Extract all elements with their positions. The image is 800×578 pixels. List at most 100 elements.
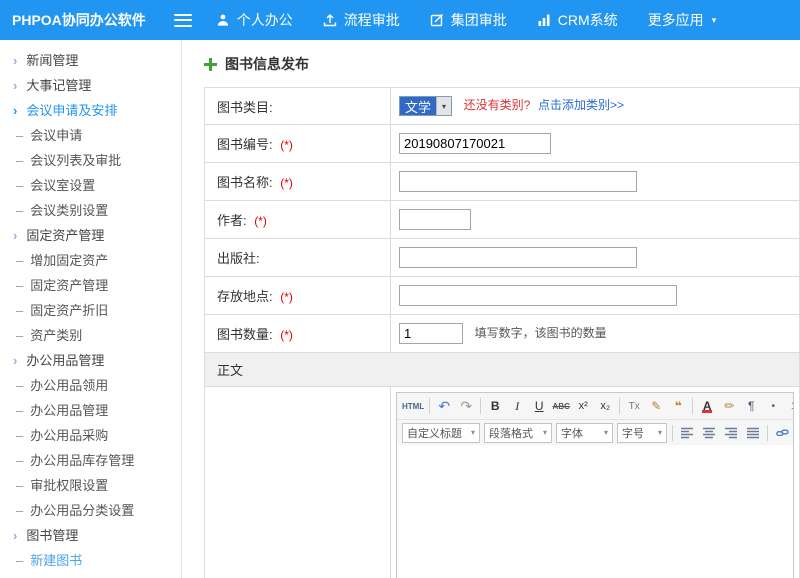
- menu-icon[interactable]: [174, 14, 192, 27]
- sidebar-item-books[interactable]: › 图书管理: [0, 523, 181, 548]
- paragraph-format-select[interactable]: 段落格式 ▾: [484, 423, 552, 443]
- chevron-right-icon: ›: [13, 53, 17, 68]
- publisher-input[interactable]: [399, 247, 637, 268]
- dash-icon: –: [16, 128, 23, 143]
- nav-workflow-approval[interactable]: 流程审批: [323, 10, 400, 30]
- sidebar-subitem-asset-depreciation[interactable]: – 固定资产折旧: [0, 298, 181, 323]
- editor-content[interactable]: [397, 445, 793, 578]
- sidebar-subitem-asset-category[interactable]: – 资产类别: [0, 323, 181, 348]
- nav-crm[interactable]: CRM系统: [537, 10, 618, 30]
- toolbar-separator: [619, 398, 620, 414]
- author-value-cell: [391, 201, 800, 239]
- edit-square-icon: [430, 13, 444, 27]
- sidebar-subitem-meeting-list[interactable]: – 会议列表及审批: [0, 148, 181, 173]
- dash-icon: –: [16, 203, 23, 218]
- sidebar-subitem-book-manage[interactable]: – 图书管理: [0, 573, 181, 578]
- add-category-link[interactable]: 点击添加类别>>: [538, 98, 624, 112]
- sidebar-subitem-label: 办公用品库存管理: [30, 453, 134, 468]
- sidebar-subitem-asset-add[interactable]: – 增加固定资产: [0, 248, 181, 273]
- required-mark: (*): [280, 138, 293, 152]
- book-number-label: 图书编号:: [217, 137, 273, 152]
- quantity-input[interactable]: [399, 323, 463, 344]
- nav-label: CRM系统: [558, 10, 618, 30]
- required-mark: (*): [280, 176, 293, 190]
- align-justify-button[interactable]: [743, 423, 763, 443]
- strikethrough-button[interactable]: ABC: [551, 396, 571, 416]
- dash-icon: –: [16, 253, 23, 268]
- blockquote-button[interactable]: ❝: [668, 396, 688, 416]
- sidebar-subitem-meeting-apply[interactable]: – 会议申请: [0, 123, 181, 148]
- remove-format-button[interactable]: Tx: [624, 396, 644, 416]
- nav-group-approval[interactable]: 集团审批: [430, 10, 507, 30]
- align-right-button[interactable]: [721, 423, 741, 443]
- subscript-button[interactable]: x₂: [595, 396, 615, 416]
- nav-personal-office[interactable]: 个人办公: [216, 10, 293, 30]
- sidebar-item-events[interactable]: › 大事记管理: [0, 73, 181, 98]
- location-label-cell: 存放地点: (*): [205, 277, 391, 315]
- font-family-select[interactable]: 字体 ▾: [556, 423, 613, 443]
- italic-button[interactable]: I: [507, 396, 527, 416]
- nav-more-apps[interactable]: 更多应用 ▾: [648, 10, 717, 30]
- dash-icon: –: [16, 378, 23, 393]
- paragraph-button[interactable]: ¶: [741, 396, 761, 416]
- chevron-down-icon: ▾: [712, 15, 717, 26]
- topbar: PHPOA协同办公软件 个人办公 流程审批 集团审批: [0, 0, 800, 40]
- bold-button[interactable]: B: [485, 396, 505, 416]
- ordered-list-button[interactable]: 1.: [785, 396, 793, 416]
- format-brush-button[interactable]: ✎: [646, 396, 666, 416]
- sidebar-item-news[interactable]: › 新闻管理: [0, 48, 181, 73]
- font-color-button[interactable]: A: [697, 396, 717, 416]
- sidebar-item-supplies[interactable]: › 办公用品管理: [0, 348, 181, 373]
- sidebar-item-label: 固定资产管理: [26, 228, 104, 243]
- required-mark: (*): [280, 328, 293, 342]
- unordered-list-button[interactable]: •: [763, 396, 783, 416]
- sidebar-item-assets[interactable]: › 固定资产管理: [0, 223, 181, 248]
- location-input[interactable]: [399, 285, 677, 306]
- sidebar-subitem-supplies-category[interactable]: – 办公用品分类设置: [0, 498, 181, 523]
- book-number-input[interactable]: [399, 133, 551, 154]
- redo-button[interactable]: ↷: [456, 396, 476, 416]
- sidebar-subitem-meeting-category[interactable]: – 会议类别设置: [0, 198, 181, 223]
- align-left-button[interactable]: [677, 423, 697, 443]
- font-size-select[interactable]: 字号 ▾: [617, 423, 667, 443]
- top-navigation: 个人办公 流程审批 集团审批 CRM系统 更多应用: [216, 10, 716, 30]
- sidebar-subitem-label: 会议室设置: [30, 178, 95, 193]
- custom-title-select[interactable]: 自定义标题 ▾: [402, 423, 480, 443]
- sidebar-subitem-supplies-claim[interactable]: – 办公用品领用: [0, 373, 181, 398]
- dash-icon: –: [16, 303, 23, 318]
- publisher-label-cell: 出版社:: [205, 239, 391, 277]
- sidebar-subitem-meeting-room[interactable]: – 会议室设置: [0, 173, 181, 198]
- form-row-author: 作者: (*): [205, 201, 800, 239]
- book-name-label: 图书名称:: [217, 175, 273, 190]
- book-name-input[interactable]: [399, 171, 637, 192]
- page-title: 图书信息发布: [204, 54, 800, 74]
- chevron-right-icon: ›: [13, 528, 17, 543]
- form-row-location: 存放地点: (*): [205, 277, 800, 315]
- superscript-button[interactable]: x²: [573, 396, 593, 416]
- sidebar-subitem-label: 办公用品管理: [30, 403, 108, 418]
- html-source-button[interactable]: HTML: [401, 396, 425, 416]
- underline-button[interactable]: U: [529, 396, 549, 416]
- sidebar-subitem-supplies-purchase[interactable]: – 办公用品采购: [0, 423, 181, 448]
- sidebar-item-label: 大事记管理: [26, 78, 91, 93]
- category-label-cell: 图书类目:: [205, 88, 391, 125]
- highlight-color-button[interactable]: ✏: [719, 396, 739, 416]
- rich-text-editor: HTML ↶ ↷ B I U ABC x² x₂ Tx: [396, 392, 794, 578]
- sidebar-subitem-book-new[interactable]: – 新建图书: [0, 548, 181, 573]
- align-center-button[interactable]: [699, 423, 719, 443]
- form-row-section: 正文: [205, 353, 800, 387]
- app-logo[interactable]: PHPOA协同办公软件: [0, 10, 158, 30]
- body-section-header: 正文: [205, 353, 800, 387]
- author-input[interactable]: [399, 209, 471, 230]
- category-select[interactable]: 文学 ▾: [399, 96, 452, 116]
- link-button[interactable]: [772, 423, 792, 443]
- sidebar-subitem-supplies-approval[interactable]: – 审批权限设置: [0, 473, 181, 498]
- sidebar-subitem-label: 会议列表及审批: [30, 153, 121, 168]
- sidebar-subitem-asset-manage[interactable]: – 固定资产管理: [0, 273, 181, 298]
- sidebar-item-label: 办公用品管理: [26, 353, 104, 368]
- form-row-quantity: 图书数量: (*) 填写数字，该图书的数量: [205, 315, 800, 353]
- sidebar-subitem-supplies-manage[interactable]: – 办公用品管理: [0, 398, 181, 423]
- sidebar-item-meetings[interactable]: › 会议申请及安排: [0, 98, 181, 123]
- sidebar-subitem-supplies-stock[interactable]: – 办公用品库存管理: [0, 448, 181, 473]
- undo-button[interactable]: ↶: [434, 396, 454, 416]
